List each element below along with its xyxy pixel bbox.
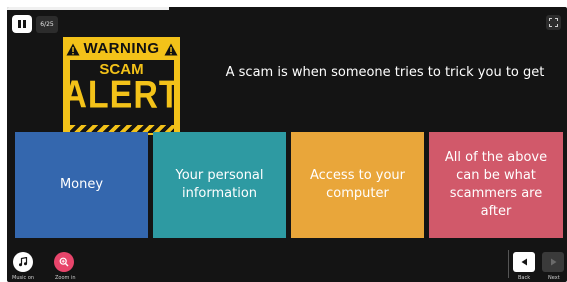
answer-option-personal-information[interactable]: Your personal information: [153, 132, 286, 238]
music-label: Music on: [12, 275, 35, 281]
fullscreen-icon: [549, 18, 558, 27]
next-button[interactable]: [542, 252, 564, 272]
question-text: A scam is when someone tries to trick yo…: [225, 65, 545, 80]
answer-option-all-of-the-above[interactable]: All of the above can be what scammers ar…: [429, 132, 563, 238]
zoom-in-icon: [59, 257, 69, 267]
fullscreen-button[interactable]: [546, 15, 561, 30]
music-toggle-button[interactable]: [13, 252, 33, 272]
sign-warning-text: WARNING: [83, 40, 160, 57]
answer-label: Money: [59, 177, 104, 192]
warning-triangle-icon: [66, 43, 79, 55]
zoom-in-button[interactable]: [54, 252, 74, 272]
answer-option-computer-access[interactable]: Access to your computer: [291, 132, 424, 238]
music-note-icon: [19, 257, 28, 267]
answer-label: Access to your computer: [309, 168, 406, 201]
chevron-right-icon: [550, 258, 556, 266]
slide-counter: 6/25: [36, 16, 58, 33]
chevron-left-icon: [521, 258, 527, 266]
sign-alert-text: ALERT: [62, 73, 181, 117]
warning-triangle-icon: [164, 43, 177, 55]
back-button[interactable]: [513, 252, 535, 272]
answer-label: All of the above can be what scammers ar…: [444, 150, 548, 219]
pause-button[interactable]: [12, 15, 32, 33]
zoom-label: Zoom in: [55, 275, 76, 281]
quiz-player: 6/25 WARNING SCAM ALERT A scam is when s…: [7, 7, 567, 282]
progress-bar: [7, 7, 170, 10]
divider: [508, 250, 509, 278]
answer-label: Your personal information: [175, 168, 264, 201]
back-label: Back: [518, 275, 531, 281]
pause-icon: [18, 20, 21, 28]
answer-option-money[interactable]: Money: [15, 132, 148, 238]
next-label: Next: [548, 275, 560, 281]
scam-alert-image: WARNING SCAM ALERT: [62, 37, 181, 135]
